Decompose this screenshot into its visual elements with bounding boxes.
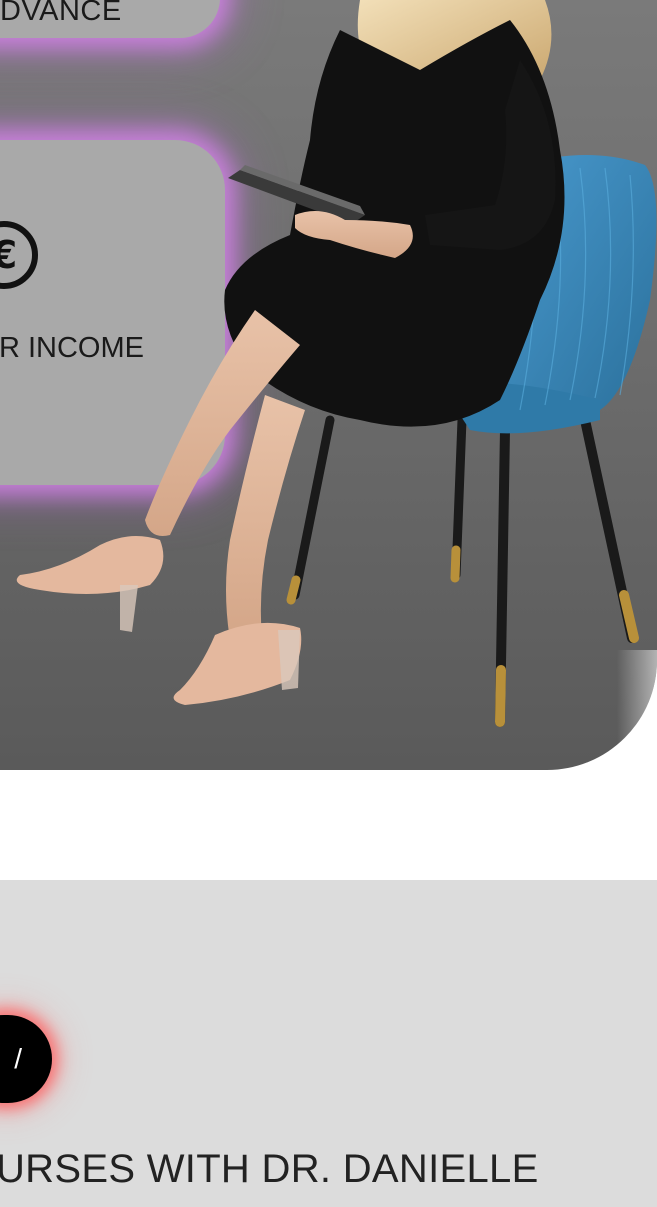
cta-button[interactable]: / [0, 1015, 52, 1103]
woman-on-chair-illustration [16, 0, 657, 727]
hero-panel: DVANCE € UR INCOME [0, 0, 657, 770]
cta-button-label: / [14, 1043, 22, 1074]
courses-heading: URSES WITH DR. DANIELLE [0, 1147, 539, 1191]
hero-edge-shadow [617, 650, 657, 770]
shoe-front [16, 536, 164, 594]
chair-legs [286, 415, 639, 727]
courses-section: / URSES WITH DR. DANIELLE [0, 880, 657, 1207]
page: DVANCE € UR INCOME [0, 0, 657, 1207]
